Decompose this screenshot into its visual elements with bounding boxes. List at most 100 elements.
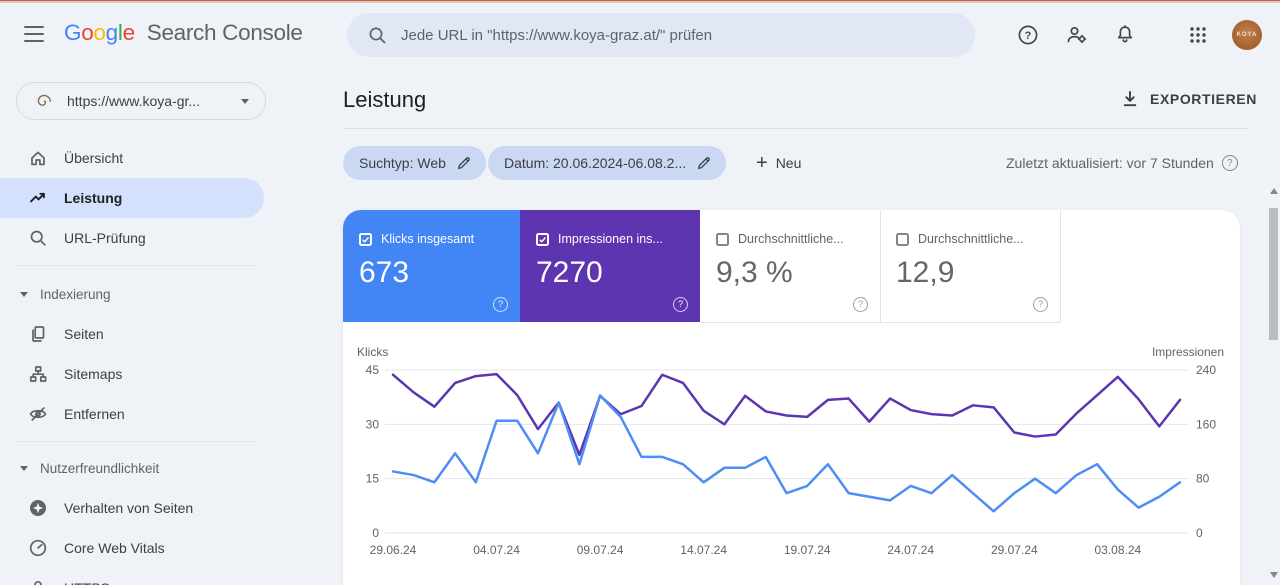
user-avatar[interactable]: KOYA xyxy=(1232,20,1262,50)
new-filter-button[interactable]: + Neu xyxy=(748,146,809,180)
svg-text:09.07.24: 09.07.24 xyxy=(577,543,624,557)
user-settings-icon[interactable] xyxy=(1065,23,1089,47)
edit-pencil-icon xyxy=(457,157,470,170)
sidebar-item-url-pruefung[interactable]: URL-Prüfung xyxy=(0,218,264,258)
download-icon xyxy=(1123,91,1137,107)
window-top-strip xyxy=(0,0,1280,3)
metric-card-position[interactable]: Durchschnittliche... 12,9 ? xyxy=(880,210,1060,322)
sitemap-tree-icon xyxy=(29,366,47,382)
scrollbar-thumb[interactable] xyxy=(1269,208,1278,340)
checkbox-unchecked-icon[interactable] xyxy=(896,232,909,246)
svg-text:24.07.24: 24.07.24 xyxy=(887,543,934,557)
checkbox-checked-icon[interactable] xyxy=(536,232,549,246)
sidebar-item-verhalten-von-seiten[interactable]: Verhalten von Seiten xyxy=(0,488,264,528)
lock-icon xyxy=(34,581,42,585)
url-inspection-search[interactable] xyxy=(347,13,975,57)
collapse-arrow-icon xyxy=(20,465,28,475)
card-help-icon[interactable]: ? xyxy=(1033,297,1048,312)
svg-text:0: 0 xyxy=(1196,526,1203,540)
svg-text:29.07.24: 29.07.24 xyxy=(991,543,1038,557)
performance-trend-icon xyxy=(30,192,45,203)
svg-text:Klicks: Klicks xyxy=(357,345,388,359)
svg-text:?: ? xyxy=(1025,30,1032,42)
edit-pencil-icon xyxy=(698,157,710,170)
logo-letter: g xyxy=(105,20,119,45)
svg-text:160: 160 xyxy=(1196,417,1216,431)
metric-value: 9,3 % xyxy=(716,256,793,289)
card-help-icon[interactable]: ? xyxy=(853,297,868,312)
metric-card-ctr[interactable]: Durchschnittliche... 9,3 % ? xyxy=(700,210,880,322)
svg-text:03.08.24: 03.08.24 xyxy=(1095,543,1142,557)
svg-text:29.06.24: 29.06.24 xyxy=(370,543,417,557)
logo-letter: o xyxy=(81,20,94,45)
property-selector[interactable]: https://www.koya-gr... xyxy=(16,82,266,120)
svg-text:14.07.24: 14.07.24 xyxy=(680,543,727,557)
checkbox-unchecked-icon[interactable] xyxy=(716,232,729,246)
export-button[interactable]: EXPORTIEREN xyxy=(1120,89,1257,109)
sidebar-item-core-web-vitals[interactable]: Core Web Vitals xyxy=(0,528,264,568)
svg-text:0: 0 xyxy=(372,526,379,540)
metric-value: 12,9 xyxy=(896,256,955,289)
plus-icon: + xyxy=(756,151,768,174)
svg-text:04.07.24: 04.07.24 xyxy=(473,543,520,557)
svg-text:240: 240 xyxy=(1196,363,1216,377)
performance-chart[interactable]: 0 15 30 45 0 80 160 240 Klicks Impressionen 29.06.… xyxy=(343,340,1240,580)
svg-text:30: 30 xyxy=(366,417,380,431)
svg-text:80: 80 xyxy=(1196,472,1210,486)
metric-value: 7270 xyxy=(536,256,603,289)
apps-grid-icon[interactable] xyxy=(1186,23,1210,47)
card-divider xyxy=(1060,210,1061,322)
eye-off-icon xyxy=(29,407,47,421)
google-search-console-app: Google Search Console ? KOYA https://www… xyxy=(0,0,1280,585)
sidebar-divider xyxy=(16,441,256,442)
search-input[interactable] xyxy=(401,26,941,44)
cards-bottom-border xyxy=(700,322,1060,323)
last-updated: Zuletzt aktualisiert: vor 7 Stunden ? xyxy=(1006,155,1238,171)
logo-letter: o xyxy=(93,20,106,45)
page-title: Leistung xyxy=(343,87,427,112)
scrollbar-down-arrow-icon[interactable] xyxy=(1270,572,1278,582)
help-icon[interactable]: ? xyxy=(1016,23,1040,47)
google-wordmark: Google xyxy=(64,20,135,45)
sidebar-item-uebersicht[interactable]: Übersicht xyxy=(0,138,264,178)
app-name: Search Console xyxy=(146,20,303,45)
filter-chip-suchtyp[interactable]: Suchtyp: Web xyxy=(343,146,486,180)
sidebar-item-seiten[interactable]: Seiten xyxy=(0,314,264,354)
filter-chip-datum[interactable]: Datum: 20.06.2024-06.08.2... xyxy=(488,146,727,180)
sidebar-section-indexierung[interactable]: Indexierung xyxy=(0,274,264,314)
sidebar-item-leistung[interactable]: Leistung xyxy=(0,178,264,218)
header-divider xyxy=(343,128,1248,129)
info-help-icon[interactable]: ? xyxy=(1221,155,1238,171)
url-inspect-search-icon xyxy=(30,230,46,246)
app-logo: Google Search Console xyxy=(64,20,303,46)
pages-icon xyxy=(32,326,45,342)
menu-icon[interactable] xyxy=(24,26,44,42)
metric-value: 673 xyxy=(359,256,410,289)
card-help-icon[interactable]: ? xyxy=(673,297,688,312)
logo-letter: e xyxy=(122,20,136,45)
property-favicon xyxy=(37,94,52,106)
card-divider xyxy=(880,210,881,322)
logo-letter: G xyxy=(64,20,82,45)
collapse-arrow-icon xyxy=(20,291,28,301)
svg-text:Impressionen: Impressionen xyxy=(1152,345,1224,359)
sidebar-item-https[interactable]: HTTPS xyxy=(0,568,264,585)
metric-card-impressionen[interactable]: Impressionen ins... 7270 ? xyxy=(520,210,700,322)
metric-card-klicks[interactable]: Klicks insgesamt 673 ? xyxy=(343,210,520,322)
chevron-down-icon xyxy=(241,98,249,108)
svg-text:19.07.24: 19.07.24 xyxy=(784,543,831,557)
performance-panel: Klicks insgesamt 673 ? Impressionen ins.… xyxy=(343,210,1240,585)
notifications-bell-icon[interactable] xyxy=(1113,23,1137,47)
scrollbar-up-arrow-icon[interactable] xyxy=(1270,184,1278,194)
page-experience-star-icon xyxy=(30,500,46,516)
speedometer-icon xyxy=(29,539,47,557)
sidebar-item-sitemaps[interactable]: Sitemaps xyxy=(0,354,264,394)
card-help-icon[interactable]: ? xyxy=(493,297,508,312)
sidebar-divider xyxy=(16,265,256,266)
svg-text:15: 15 xyxy=(366,472,380,486)
sidebar-item-entfernen[interactable]: Entfernen xyxy=(0,394,264,434)
checkbox-checked-icon[interactable] xyxy=(359,232,372,246)
search-icon xyxy=(369,27,386,44)
property-url: https://www.koya-gr... xyxy=(67,93,201,109)
sidebar-section-nutzerfreundlichkeit[interactable]: Nutzerfreundlichkeit xyxy=(0,448,264,488)
